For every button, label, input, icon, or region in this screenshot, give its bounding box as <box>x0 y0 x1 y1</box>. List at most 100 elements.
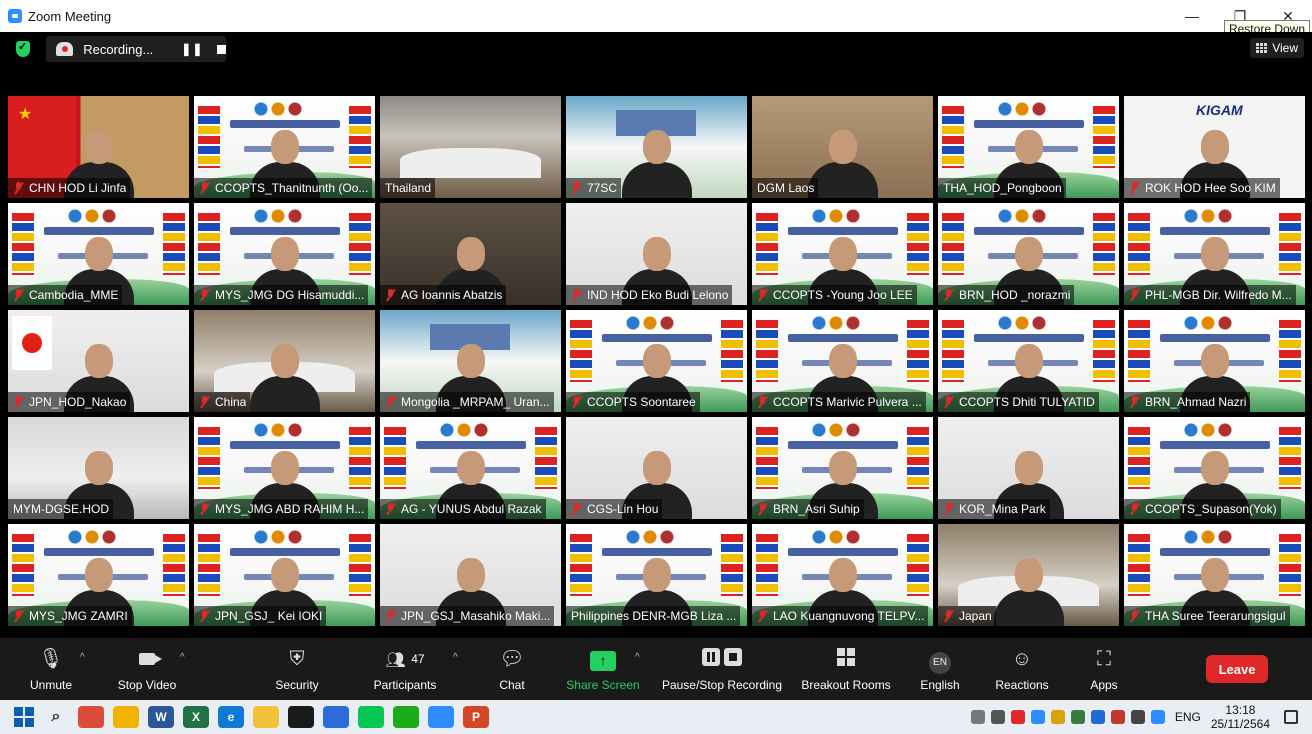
participant-video-tile[interactable]: THA_HOD_Pongboon <box>938 96 1119 198</box>
participant-video-tile[interactable]: THA Suree Teerarungsigul <box>1124 524 1305 626</box>
breakout-rooms-button[interactable]: Breakout Rooms <box>798 638 894 700</box>
language-interpretation-button[interactable]: EN English <box>916 638 964 700</box>
participant-video-tile[interactable]: JPN_HOD_Nakao <box>8 310 189 412</box>
reactions-button[interactable]: ☺︎ Reactions <box>992 638 1052 700</box>
view-button[interactable]: View <box>1250 38 1304 58</box>
slide-flags-l <box>942 106 964 168</box>
system-clock[interactable]: 13:18 25/11/2564 <box>1211 703 1270 731</box>
tray-cloud-icon[interactable] <box>990 710 1005 724</box>
participant-video-tile[interactable]: AG Ioannis Abatzis <box>380 203 561 305</box>
video-options-caret[interactable]: ^ <box>180 652 185 663</box>
share-screen-button[interactable]: ↑ Share Screen <box>563 638 643 700</box>
stop-recording-icon[interactable] <box>217 44 226 54</box>
audio-options-caret[interactable]: ^ <box>80 652 85 663</box>
participant-video-tile[interactable]: BRN_Ahmad Nazri <box>1124 310 1305 412</box>
participant-name-bar: MYS_JMG DG Hisamuddi... <box>194 285 369 305</box>
participant-video-tile[interactable]: MYS_JMG ABD RAHIM H... <box>194 417 375 519</box>
reactions-label: Reactions <box>995 678 1049 692</box>
pause-recording-icon[interactable]: ❚❚ <box>181 42 203 56</box>
participant-video-tile[interactable]: CCOPTS_Thanitnunth (Oo... <box>194 96 375 198</box>
participant-name: LAO Kuangnuvong TELPV... <box>773 609 925 623</box>
participant-video-tile[interactable]: IND HOD Eko Budi Lelono <box>566 203 747 305</box>
slide-flags-l <box>756 320 778 382</box>
chrome-icon[interactable] <box>78 706 104 728</box>
security-button[interactable]: ⛨ Security <box>268 638 326 700</box>
explorer-icon[interactable] <box>253 706 279 728</box>
participant-video-tile[interactable]: KOR_Mina Park <box>938 417 1119 519</box>
tray-mail-icon[interactable] <box>1050 710 1065 724</box>
notification-center-icon[interactable] <box>1284 710 1298 724</box>
pause-stop-recording-button[interactable]: Pause/Stop Recording <box>658 638 786 700</box>
participant-video-tile[interactable]: CCOPTS Dhiti TULYATID <box>938 310 1119 412</box>
participant-video-tile[interactable]: CCOPTS Soontaree <box>566 310 747 412</box>
participant-video-tile[interactable]: JPN_GSJ_Masahiko Maki... <box>380 524 561 626</box>
participant-name-bar: CCOPTS_Supason(Yok) <box>1124 499 1281 519</box>
participants-button[interactable]: 👥︎ 47 Participants <box>366 638 444 700</box>
powerpoint-icon[interactable]: P <box>463 706 489 728</box>
participant-video-tile[interactable]: BRN_HOD _norazmi <box>938 203 1119 305</box>
stop-video-button[interactable]: Stop Video <box>112 638 182 700</box>
minimize-button[interactable]: — <box>1168 0 1216 32</box>
encryption-shield-icon[interactable] <box>16 40 30 57</box>
participant-video-tile[interactable]: China <box>194 310 375 412</box>
participant-video-tile[interactable]: AG - YUNUS Abdul Razak <box>380 417 561 519</box>
store-icon[interactable] <box>288 706 314 728</box>
participant-video-tile[interactable]: LAO Kuangnuvong TELPV... <box>752 524 933 626</box>
line-icon[interactable] <box>358 706 384 728</box>
leave-button[interactable]: Leave <box>1206 655 1268 683</box>
tray-bluetooth-icon[interactable] <box>1030 710 1045 724</box>
participant-name: CGS-Lin Hou <box>587 502 659 516</box>
participant-video-tile[interactable]: 77SC <box>566 96 747 198</box>
participant-video-tile[interactable]: DGM Laos <box>752 96 933 198</box>
mic-muted-icon <box>13 289 24 301</box>
participant-name-bar: CCOPTS Dhiti TULYATID <box>938 392 1099 412</box>
participant-video-tile[interactable]: JPN_GSJ_ Kei IOKI <box>194 524 375 626</box>
excel-icon[interactable]: X <box>183 706 209 728</box>
input-language[interactable]: ENG <box>1175 710 1201 724</box>
share-options-caret[interactable]: ^ <box>635 652 640 663</box>
participants-options-caret[interactable]: ^ <box>453 652 458 663</box>
participant-video-tile[interactable]: CCOPTS -Young Joo LEE <box>752 203 933 305</box>
participant-video-tile[interactable]: Japan <box>938 524 1119 626</box>
tray-volume-muted-icon[interactable] <box>1130 710 1145 724</box>
tray-network-icon[interactable] <box>1090 710 1105 724</box>
participant-video-tile[interactable]: CCOPTS_Supason(Yok) <box>1124 417 1305 519</box>
participant-head <box>828 451 857 485</box>
tray-skype-icon[interactable] <box>970 710 985 724</box>
tray-acrobat-icon[interactable] <box>1110 710 1125 724</box>
edge-icon[interactable]: e <box>218 706 244 728</box>
participant-video-tile[interactable]: CGS-Lin Hou <box>566 417 747 519</box>
participant-name-bar: IND HOD Eko Budi Lelono <box>566 285 733 305</box>
tray-zoom-icon[interactable] <box>1150 710 1165 724</box>
windows-start-icon[interactable] <box>14 707 34 727</box>
participant-video-tile[interactable]: Cambodia_MME <box>8 203 189 305</box>
participant-video-tile[interactable]: MYM-DGSE.HOD <box>8 417 189 519</box>
tray-wechat-icon[interactable] <box>1070 710 1085 724</box>
media-icon[interactable] <box>323 706 349 728</box>
participant-video-tile[interactable]: MYS_JMG ZAMRI <box>8 524 189 626</box>
chat-bubble-icon: 💬︎ <box>499 648 525 670</box>
wechat-icon[interactable] <box>393 706 419 728</box>
participant-head <box>270 344 299 378</box>
tray-antivirus-icon[interactable] <box>1010 710 1025 724</box>
folder-icon[interactable] <box>113 706 139 728</box>
participant-head <box>828 344 857 378</box>
participant-video-tile[interactable]: CCOPTS Marivic Pulvera ... <box>752 310 933 412</box>
zoom-icon[interactable] <box>428 706 454 728</box>
participant-name: CCOPTS_Thanitnunth (Oo... <box>215 181 369 195</box>
camera-icon <box>139 653 162 665</box>
participant-video-tile[interactable]: Mongolia _MRPAM_ Uran... <box>380 310 561 412</box>
participant-video-tile[interactable]: PHL-MGB Dir. Wilfredo M... <box>1124 203 1305 305</box>
participant-video-tile[interactable]: BRN_Asri Suhip <box>752 417 933 519</box>
apps-button[interactable]: ⛶ Apps <box>1086 638 1122 700</box>
chat-button[interactable]: 💬︎ Chat <box>494 638 530 700</box>
word-icon[interactable]: W <box>148 706 174 728</box>
participant-video-tile[interactable]: Philippines DENR-MGB Liza ... <box>566 524 747 626</box>
participant-video-tile[interactable]: CHN HOD Li Jinfa <box>8 96 189 198</box>
participant-video-tile[interactable]: KIGAM ROK HOD Hee Soo KIM <box>1124 96 1305 198</box>
unmute-button[interactable]: 🎙︎ Unmute <box>24 638 78 700</box>
participant-name: CCOPTS -Young Joo LEE <box>773 288 913 302</box>
participant-video-tile[interactable]: Thailand <box>380 96 561 198</box>
participant-video-tile[interactable]: MYS_JMG DG Hisamuddi... <box>194 203 375 305</box>
search-icon[interactable]: ⌕ <box>43 706 69 728</box>
